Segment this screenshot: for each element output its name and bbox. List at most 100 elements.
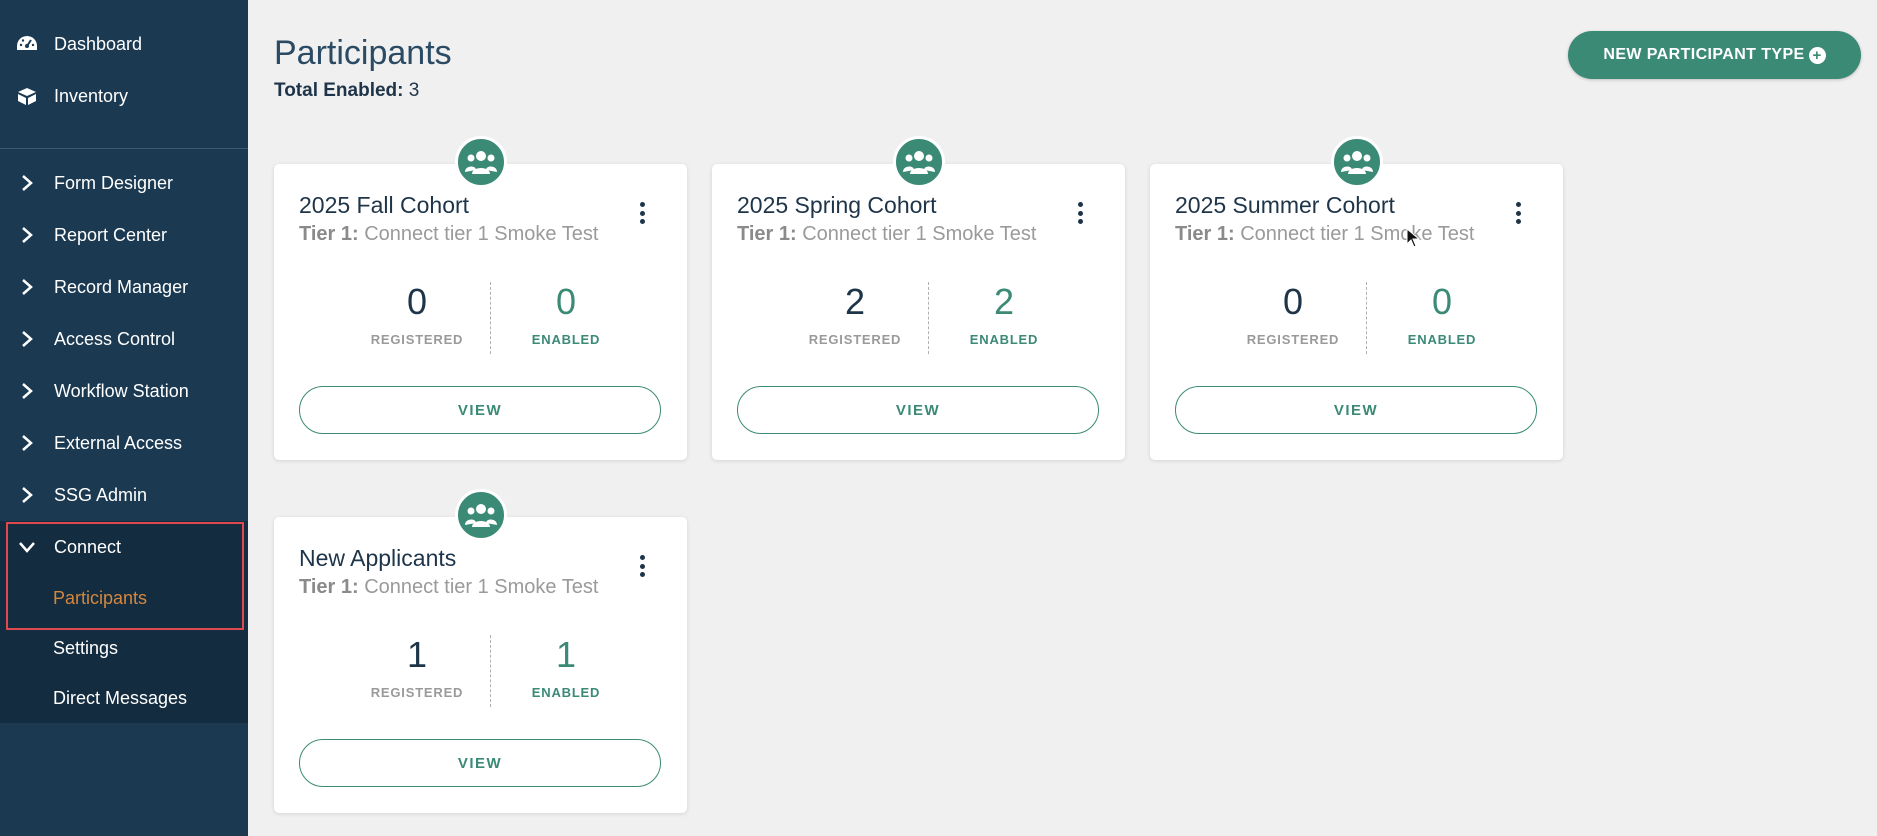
registered-label: REGISTERED <box>370 685 464 700</box>
sidebar-item-label: Record Manager <box>54 276 189 297</box>
card-stats: 0 REGISTERED 0 ENABLED <box>274 282 687 354</box>
registered-stat: 0 REGISTERED <box>342 282 492 348</box>
chevron-down-icon <box>14 541 40 553</box>
enabled-label: ENABLED <box>969 332 1039 347</box>
registered-label: REGISTERED <box>1246 332 1340 347</box>
enabled-label: ENABLED <box>1407 332 1477 347</box>
card-title: 2025 Summer Cohort <box>1175 192 1395 218</box>
chevron-right-icon <box>14 434 40 452</box>
enabled-count: 0 <box>555 281 577 322</box>
sidebar-item-label: Workflow Station <box>54 380 189 401</box>
sidebar-item-dashboard[interactable]: Dashboard <box>0 18 248 70</box>
card-tier: Tier 1: Connect tier 1 Smoke Test <box>737 223 1036 246</box>
sidebar-item-report-center[interactable]: Report Center <box>0 209 248 261</box>
registered-count: 1 <box>406 634 428 675</box>
chevron-right-icon <box>14 278 40 296</box>
sidebar-item-record-manager[interactable]: Record Manager <box>0 261 248 313</box>
card-title: 2025 Spring Cohort <box>737 192 937 218</box>
enabled-stat: 2 ENABLED <box>929 281 1079 348</box>
sidebar-item-form-designer[interactable]: Form Designer <box>0 157 248 209</box>
participant-card: 2025 Fall Cohort Tier 1: Connect tier 1 … <box>274 136 687 460</box>
registered-label: REGISTERED <box>370 332 464 347</box>
card-stats: 0 REGISTERED 0 ENABLED <box>1150 282 1563 354</box>
tier-label: Tier 1: <box>299 223 359 245</box>
sidebar-item-label: SSG Admin <box>54 484 148 505</box>
registered-count: 2 <box>844 281 866 322</box>
enabled-count: 1 <box>555 634 577 675</box>
chevron-right-icon <box>14 174 40 192</box>
sidebar-top-section: Dashboard Inventory <box>0 0 248 149</box>
sidebar-item-label: Connect <box>54 536 122 557</box>
dashboard-icon <box>14 33 40 55</box>
total-enabled: Total Enabled: 3 <box>274 80 419 102</box>
card-tier: Tier 1: Connect tier 1 Smoke Test <box>299 576 598 599</box>
tier-label: Tier 1: <box>1175 223 1235 245</box>
view-button[interactable]: VIEW <box>299 739 661 787</box>
enabled-label: ENABLED <box>531 332 601 347</box>
group-icon <box>1331 136 1383 188</box>
sidebar-nav: Form Designer Report Center Record Manag… <box>0 149 248 723</box>
card-title: New Applicants <box>299 545 457 571</box>
enabled-count: 0 <box>1431 281 1453 322</box>
sidebar-item-label: Form Designer <box>54 172 174 193</box>
card-tier: Tier 1: Connect tier 1 Smoke Test <box>1175 223 1474 246</box>
group-icon <box>893 136 945 188</box>
group-icon <box>455 136 507 188</box>
registered-stat: 2 REGISTERED <box>780 281 930 348</box>
enabled-label: ENABLED <box>531 685 601 700</box>
tier-value: Connect tier 1 Smoke Test <box>802 223 1037 245</box>
sidebar-item-connect[interactable]: Connect <box>0 521 248 573</box>
tier-value: Connect tier 1 Smoke Test <box>364 576 599 598</box>
registered-stat: 0 REGISTERED <box>1218 281 1368 348</box>
tier-value: Connect tier 1 Smoke Test <box>1240 223 1475 245</box>
sidebar-subitem-settings[interactable]: Settings <box>0 623 248 673</box>
view-button[interactable]: VIEW <box>1175 386 1537 434</box>
card-tier: Tier 1: Connect tier 1 Smoke Test <box>299 223 598 246</box>
sidebar-item-external-access[interactable]: External Access <box>0 417 248 469</box>
more-options-icon[interactable] <box>1072 200 1088 226</box>
card-stats: 1 REGISTERED 1 ENABLED <box>274 635 687 707</box>
sidebar-item-label: External Access <box>54 432 183 453</box>
tier-value: Connect tier 1 Smoke Test <box>364 223 599 245</box>
more-options-icon[interactable] <box>634 200 650 226</box>
registered-stat: 1 REGISTERED <box>342 634 492 701</box>
sidebar-item-label: Access Control <box>54 328 176 349</box>
chevron-right-icon <box>14 226 40 244</box>
chevron-right-icon <box>14 382 40 400</box>
registered-count: 0 <box>1282 281 1304 322</box>
new-participant-type-label: NEW PARTICIPANT TYPE <box>1603 46 1805 63</box>
enabled-stat: 1 ENABLED <box>491 634 641 701</box>
enabled-count: 2 <box>993 281 1015 322</box>
enabled-stat: 0 ENABLED <box>491 281 641 348</box>
total-enabled-value: 3 <box>408 80 420 101</box>
sidebar-item-label: Dashboard <box>54 33 143 54</box>
participant-card: 2025 Summer Cohort Tier 1: Connect tier … <box>1150 136 1563 460</box>
participant-card: 2025 Spring Cohort Tier 1: Connect tier … <box>712 136 1125 460</box>
sidebar-subitem-direct-messages[interactable]: Direct Messages <box>0 673 248 723</box>
sidebar: Dashboard Inventory Form Designer Report… <box>0 0 248 836</box>
mouse-cursor-icon <box>1406 228 1420 248</box>
more-options-icon[interactable] <box>634 553 650 579</box>
sidebar-item-inventory[interactable]: Inventory <box>0 70 248 122</box>
sidebar-item-ssg-admin[interactable]: SSG Admin <box>0 469 248 521</box>
sidebar-subitem-participants[interactable]: Participants <box>0 573 248 623</box>
inventory-icon <box>14 85 40 107</box>
page-title: Participants <box>274 34 452 72</box>
card-title: 2025 Fall Cohort <box>299 192 470 218</box>
sidebar-item-label: Report Center <box>54 224 168 245</box>
more-options-icon[interactable] <box>1510 200 1526 226</box>
view-button[interactable]: VIEW <box>299 386 661 434</box>
sidebar-item-access-control[interactable]: Access Control <box>0 313 248 365</box>
sidebar-connect-group: Connect Participants Settings Direct Mes… <box>0 521 248 723</box>
card-stats: 2 REGISTERED 2 ENABLED <box>712 282 1125 354</box>
plus-circle-icon: + <box>1808 46 1826 64</box>
view-button[interactable]: VIEW <box>737 386 1099 434</box>
main-content: Participants Total Enabled: 3 NEW PARTIC… <box>248 0 1877 836</box>
enabled-stat: 0 ENABLED <box>1367 281 1517 348</box>
tier-label: Tier 1: <box>299 576 359 598</box>
sidebar-item-workflow-station[interactable]: Workflow Station <box>0 365 248 417</box>
total-enabled-label: Total Enabled: <box>274 80 404 101</box>
registered-label: REGISTERED <box>808 332 902 347</box>
new-participant-type-button[interactable]: NEW PARTICIPANT TYPE + <box>1568 31 1861 79</box>
participant-card: New Applicants Tier 1: Connect tier 1 Sm… <box>274 489 687 813</box>
